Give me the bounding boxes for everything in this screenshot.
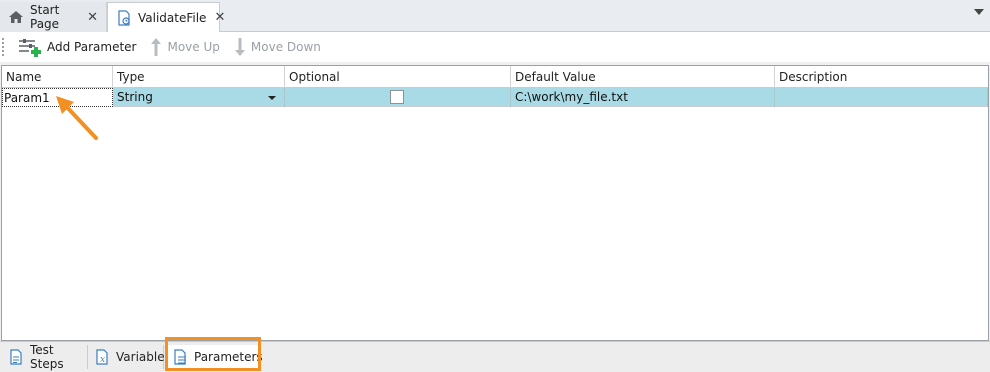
move-up-label: Move Up	[167, 40, 220, 54]
tab-test-steps-label: Test Steps	[30, 343, 64, 371]
tab-overflow-chevron-down-icon[interactable]	[974, 9, 984, 15]
document-tab-bar: Start Page ✕ ValidateFile ✕	[0, 0, 990, 33]
param-name-cell[interactable]: Param1	[2, 88, 113, 107]
column-header-default-value[interactable]: Default Value	[511, 66, 775, 88]
variables-icon: x	[94, 349, 110, 365]
svg-text:x: x	[100, 355, 105, 365]
grid-header: Name Type Optional Default Value Descrip…	[2, 66, 988, 88]
toolbar-grip[interactable]	[2, 38, 6, 56]
tab-variables[interactable]: x Variables	[90, 345, 171, 369]
column-header-type[interactable]: Type	[113, 66, 285, 88]
add-parameter-label: Add Parameter	[47, 40, 137, 54]
move-down-button[interactable]: Move Down	[230, 35, 325, 59]
arrow-up-icon	[150, 37, 162, 57]
param-default-value-cell[interactable]: C:\work\my_file.txt	[511, 88, 775, 107]
column-header-optional[interactable]: Optional	[285, 66, 511, 88]
param-optional-cell	[285, 88, 511, 107]
tab-variables-label: Variables	[116, 350, 171, 364]
tab-start-page[interactable]: Start Page ✕	[0, 2, 107, 32]
move-down-label: Move Down	[250, 40, 321, 54]
column-header-name[interactable]: Name	[2, 66, 113, 88]
home-icon	[8, 9, 24, 25]
close-icon[interactable]: ✕	[214, 10, 225, 25]
arrow-down-icon	[234, 37, 246, 57]
column-header-description[interactable]: Description	[775, 66, 988, 88]
optional-checkbox[interactable]	[390, 90, 404, 104]
tab-parameters[interactable]: Parameters	[168, 345, 263, 369]
dropdown-arrow-icon[interactable]	[268, 96, 276, 100]
script-file-icon	[116, 9, 132, 26]
param-type-cell[interactable]: String	[113, 88, 285, 107]
parameters-icon	[172, 349, 188, 365]
bottom-tab-bar: Test Steps x Variables Parameters	[0, 341, 990, 372]
table-row[interactable]: Param1 String C:\work\my_file.txt	[2, 88, 988, 107]
parameters-grid: Name Type Optional Default Value Descrip…	[1, 65, 989, 341]
test-steps-icon	[8, 349, 24, 365]
tab-validatefile[interactable]: ValidateFile ✕	[107, 2, 225, 33]
tab-label: ValidateFile	[138, 10, 207, 25]
tab-label: Start Page	[30, 3, 60, 31]
move-up-button[interactable]: Move Up	[146, 35, 223, 59]
close-icon[interactable]: ✕	[87, 10, 98, 25]
param-type-value: String	[117, 90, 153, 104]
tab-test-steps[interactable]: Test Steps	[4, 343, 88, 371]
param-description-cell[interactable]	[775, 88, 988, 107]
add-parameter-button[interactable]: Add Parameter	[14, 35, 140, 59]
tab-parameters-label: Parameters	[194, 350, 263, 364]
parameters-toolbar: Add Parameter Move Up Move Down	[0, 32, 990, 62]
add-parameter-icon	[18, 37, 42, 57]
